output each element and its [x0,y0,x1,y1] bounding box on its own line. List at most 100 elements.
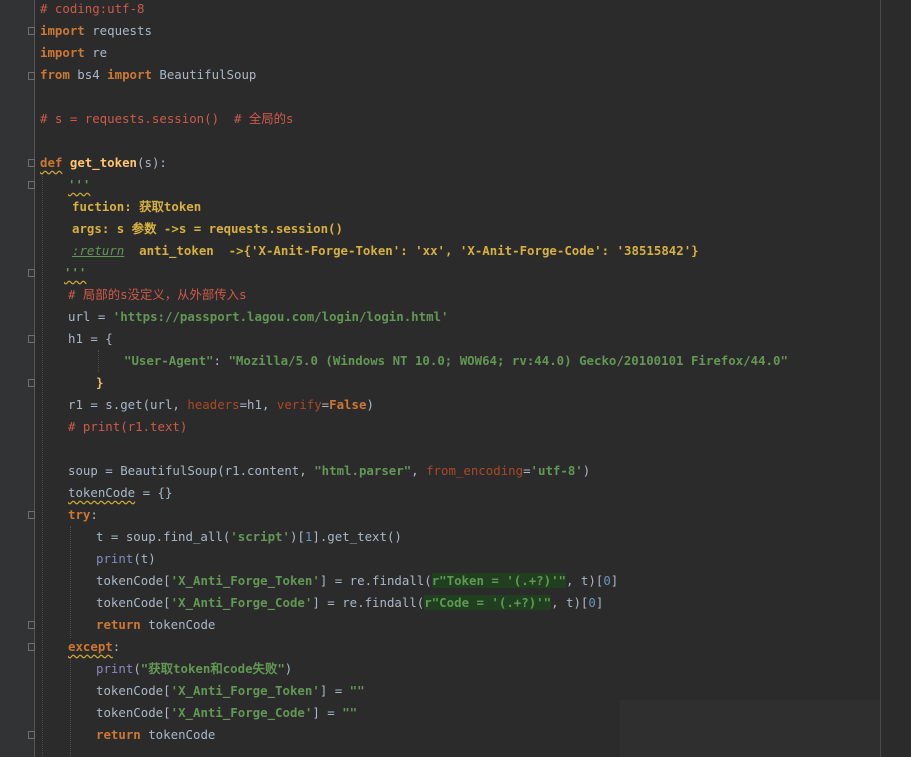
fold-marker-icon[interactable] [28,511,35,519]
keyword: import [40,23,85,38]
code-line-18[interactable]: } [96,372,103,394]
fold-marker-icon[interactable] [28,643,35,651]
string: 'X_Anti_Forge_Token' [170,683,320,698]
code-line-6[interactable]: # s = requests.session() # 全局的s [40,108,294,130]
right-margin-guide [880,0,881,757]
parameter: s [144,155,152,170]
code-text: , t)[ [551,595,589,610]
code-text: tokenCode [140,617,216,632]
code-line-29[interactable]: return tokenCode [96,614,215,636]
code-line-11[interactable]: args: s 参数 ->s = requests.session() [72,218,343,240]
code-line-34[interactable]: return tokenCode [96,724,215,746]
fold-marker-icon[interactable] [28,181,35,189]
code-text: ] [610,573,619,588]
code-line-9[interactable]: ''' [68,174,90,196]
code-text: ] = [319,683,350,698]
punctuation: : [213,353,229,368]
code-text: ] = re.findall( [319,573,432,588]
code-text: ) [366,397,374,412]
code-text: (t) [133,551,156,566]
class-name: BeautifulSoup [151,67,257,82]
code-line-12[interactable]: :return anti_token ->{'X-Anit-Forge-Toke… [72,240,699,262]
string: "Mozilla/5.0 (Windows NT 10.0; WOW64; rv… [228,353,788,368]
fold-marker-icon[interactable] [28,335,35,343]
keyword: return [96,617,141,632]
function-name: get_token [69,155,137,170]
string: 'X_Anti_Forge_Token' [170,573,320,588]
string: 'X_Anti_Forge_Code' [170,595,313,610]
code-text: tokenCode[ [96,683,171,698]
keyword: except [68,639,113,654]
code-line-8[interactable]: def get_token(s): [40,152,167,174]
code-text: , t)[ [566,573,604,588]
keyword: import [107,67,152,82]
code-line-2[interactable]: import requests [40,20,152,42]
fold-marker-icon[interactable] [28,621,35,629]
code-text: ( [133,661,141,676]
code-line-24[interactable]: try: [68,504,98,526]
code-text: h1 = { [68,331,113,346]
fold-marker-icon[interactable] [28,27,35,35]
comment: # s = requests.session() # 全局的s [40,111,294,126]
code-line-17[interactable]: "User-Agent": "Mozilla/5.0 (Windows NT 1… [124,350,788,372]
code-line-16[interactable]: h1 = { [68,328,113,350]
code-line-4[interactable]: from bs4 import BeautifulSoup [40,64,256,86]
code-text: tokenCode[ [96,595,171,610]
fold-marker-icon[interactable] [28,731,35,739]
code-line-19[interactable]: r1 = s.get(url, headers=h1, verify=False… [68,394,374,416]
code-line-15[interactable]: url = 'https://passport.lagou.com/login/… [68,306,448,328]
fold-marker-icon[interactable] [28,379,35,387]
code-editor[interactable]: # coding:utf-8 import requests import re… [0,0,911,757]
code-line-31[interactable]: print("获取token和code失败") [96,658,292,680]
code-text: =h1, [239,397,277,412]
code-text: ) [284,661,293,676]
code-line-28[interactable]: tokenCode['X_Anti_Forge_Code'] = re.find… [96,592,603,614]
code-line-32[interactable]: tokenCode['X_Anti_Forge_Token'] = "" [96,680,365,702]
string: 'X_Anti_Forge_Code' [170,705,313,720]
code-line-33[interactable]: tokenCode['X_Anti_Forge_Code'] = "" [96,702,357,724]
string: "User-Agent" [124,353,214,368]
code-line-20[interactable]: # print(r1.text) [68,416,187,438]
module-name: re [84,45,108,60]
string: "获取token和code失败" [140,661,285,676]
code-line-1[interactable]: # coding:utf-8 [40,0,144,20]
code-line-27[interactable]: tokenCode['X_Anti_Forge_Token'] = re.fin… [96,570,618,592]
code-text: ] = re.findall( [312,595,425,610]
docstring: ''' [64,265,87,280]
builtin-function: print [96,551,134,566]
punctuation: ): [151,155,167,170]
code-text: t = soup.find_all( [96,529,231,544]
fold-marker-icon[interactable] [28,159,35,167]
code-line-3[interactable]: import re [40,42,107,64]
fold-marker-icon[interactable] [28,269,35,277]
indent-guide [42,174,43,757]
code-line-10[interactable]: fuction: 获取token [72,196,201,218]
code-text: tokenCode [140,727,216,742]
keyword-argument: verify [276,397,322,412]
string: 'utf-8' [530,463,583,478]
indent-guide [70,658,71,757]
string: "" [342,705,358,720]
code-line-30[interactable]: except: [68,636,120,658]
code-line-22[interactable]: soup = BeautifulSoup(r1.content, "html.p… [68,460,590,482]
code-line-25[interactable]: t = soup.find_all('script')[1].get_text(… [96,526,402,548]
docstring: ''' [68,177,91,192]
comment: # coding:utf-8 [40,1,145,16]
builtin-function: print [96,661,134,676]
code-text: tokenCode[ [96,705,171,720]
regex-string: r"Code = '(.+?)'" [424,595,552,610]
fold-marker-icon[interactable] [28,72,35,80]
keyword-argument: headers [187,397,240,412]
keyword: False [329,397,367,412]
code-line-26[interactable]: print(t) [96,548,156,570]
keyword-argument: from_encoding [426,463,524,478]
code-line-23[interactable]: tokenCode = {} [68,482,172,504]
code-line-13[interactable]: ''' [64,262,86,284]
string: "" [349,683,365,698]
indent-guide [98,350,99,372]
code-line-14[interactable]: # 局部的s没定义，从外部传入s [68,284,247,306]
code-text: ] [595,595,604,610]
code-text: = [321,397,330,412]
keyword: from [40,67,70,82]
comment: # 局部的s没定义，从外部传入s [68,287,247,302]
